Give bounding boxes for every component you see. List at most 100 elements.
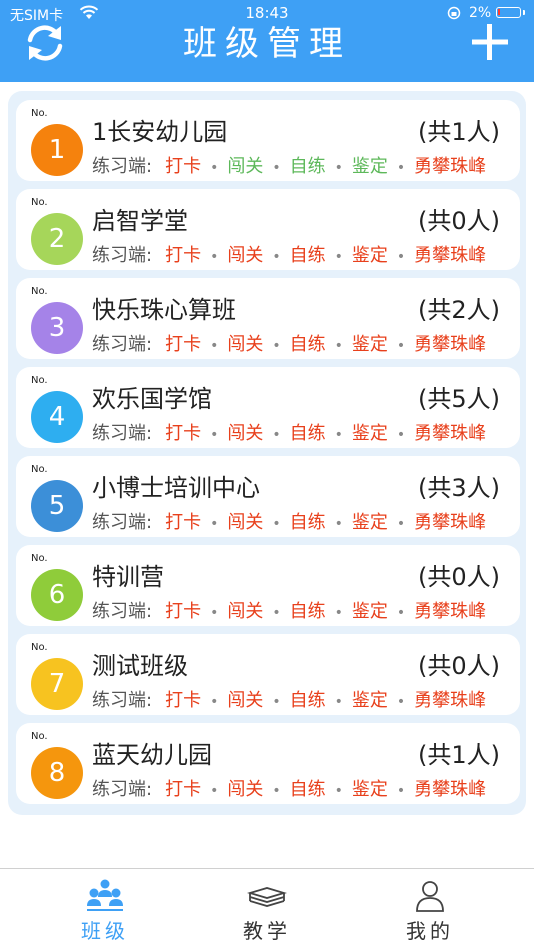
- number-label: No.: [31, 375, 48, 386]
- practice-label: 练习端:: [92, 423, 153, 444]
- class-number-badge: 2: [31, 213, 83, 265]
- class-card[interactable]: No. 5 小博士培训中心 (共3人) 练习端: 打卡 • 闯关 • 自练 • 鉴定 • 勇攀珠峰: [16, 456, 520, 537]
- separator-dot: •: [210, 783, 219, 799]
- class-number-badge: 6: [31, 569, 83, 621]
- class-name: 1长安幼儿园: [92, 118, 228, 146]
- practice-mode-link[interactable]: 打卡: [165, 423, 201, 444]
- practice-mode-link[interactable]: 勇攀珠峰: [414, 245, 486, 266]
- practice-mode-link[interactable]: 鉴定: [352, 423, 388, 444]
- class-card[interactable]: No. 3 快乐珠心算班 (共2人) 练习端: 打卡 • 闯关 • 自练 • 鉴定 • 勇攀珠峰: [16, 278, 520, 359]
- practice-mode-link[interactable]: 闯关: [227, 690, 263, 711]
- tab-class-label: 班级: [81, 919, 129, 943]
- class-name: 欢乐国学馆: [92, 385, 212, 413]
- separator-dot: •: [210, 427, 219, 443]
- practice-label: 练习端:: [92, 601, 153, 622]
- practice-mode-link[interactable]: 打卡: [165, 601, 201, 622]
- practice-mode-link[interactable]: 闯关: [227, 512, 263, 533]
- practice-mode-link[interactable]: 鉴定: [352, 779, 388, 800]
- practice-mode-link[interactable]: 闯关: [227, 334, 263, 355]
- class-number-badge: 3: [31, 302, 83, 354]
- class-card[interactable]: No. 1 1长安幼儿园 (共1人) 练习端: 打卡 • 闯关 • 自练 • 鉴定 • 勇攀珠峰: [16, 100, 520, 181]
- separator-dot: •: [396, 605, 406, 621]
- class-card[interactable]: No. 2 启智学堂 (共0人) 练习端: 打卡 • 闯关 • 自练 • 鉴定 • 勇攀珠峰: [16, 189, 520, 270]
- practice-mode-link[interactable]: 鉴定: [352, 334, 388, 355]
- separator-dot: •: [272, 516, 281, 532]
- practice-mode-link[interactable]: 闯关: [227, 245, 263, 266]
- separator-dot: •: [396, 427, 406, 443]
- member-count: (共1人): [418, 741, 500, 769]
- class-card[interactable]: No. 8 蓝天幼儿园 (共1人) 练习端: 打卡 • 闯关 • 自练 • 鉴定 • 勇攀珠峰: [16, 723, 520, 804]
- practice-modes: 练习端: 打卡 • 闯关 • 自练 • 鉴定 • 勇攀珠峰: [92, 241, 486, 267]
- practice-mode-link[interactable]: 勇攀珠峰: [414, 601, 486, 622]
- practice-mode-link[interactable]: 勇攀珠峰: [414, 690, 486, 711]
- separator-dot: •: [334, 338, 343, 354]
- separator-dot: •: [272, 249, 281, 265]
- practice-mode-link[interactable]: 自练: [290, 601, 326, 622]
- separator-dot: •: [396, 516, 406, 532]
- practice-mode-link[interactable]: 鉴定: [352, 601, 388, 622]
- app-header: 无SIM卡 18:43 2% 班级管理: [0, 0, 534, 82]
- class-name: 测试班级: [92, 652, 188, 680]
- practice-label: 练习端:: [92, 512, 153, 533]
- practice-mode-link[interactable]: 自练: [290, 690, 326, 711]
- practice-modes: 练习端: 打卡 • 闯关 • 自练 • 鉴定 • 勇攀珠峰: [92, 152, 486, 178]
- practice-mode-link[interactable]: 打卡: [165, 334, 201, 355]
- number-label: No.: [31, 553, 48, 564]
- class-name: 启智学堂: [92, 207, 188, 235]
- member-count: (共5人): [418, 385, 500, 413]
- practice-mode-link[interactable]: 勇攀珠峰: [414, 423, 486, 444]
- practice-mode-link[interactable]: 鉴定: [352, 512, 388, 533]
- practice-mode-link[interactable]: 闯关: [227, 423, 263, 444]
- practice-mode-link[interactable]: 自练: [290, 779, 326, 800]
- practice-modes: 练习端: 打卡 • 闯关 • 自练 • 鉴定 • 勇攀珠峰: [92, 686, 486, 712]
- practice-mode-link[interactable]: 闯关: [227, 779, 263, 800]
- number-label: No.: [31, 197, 48, 208]
- books-icon: [247, 887, 287, 907]
- practice-mode-link[interactable]: 闯关: [227, 601, 263, 622]
- practice-mode-link[interactable]: 打卡: [165, 245, 201, 266]
- practice-mode-link[interactable]: 自练: [290, 334, 326, 355]
- separator-dot: •: [396, 694, 406, 710]
- separator-dot: •: [272, 427, 281, 443]
- separator-dot: •: [210, 338, 219, 354]
- practice-mode-link[interactable]: 自练: [290, 245, 326, 266]
- practice-mode-link[interactable]: 打卡: [165, 156, 201, 177]
- practice-mode-link[interactable]: 打卡: [165, 690, 201, 711]
- practice-mode-link[interactable]: 打卡: [165, 779, 201, 800]
- practice-mode-link[interactable]: 勇攀珠峰: [414, 512, 486, 533]
- separator-dot: •: [210, 605, 219, 621]
- separator-dot: •: [272, 160, 281, 176]
- practice-mode-link[interactable]: 鉴定: [352, 156, 388, 177]
- practice-modes: 练习端: 打卡 • 闯关 • 自练 • 鉴定 • 勇攀珠峰: [92, 419, 486, 445]
- tab-class[interactable]: 班级: [50, 869, 160, 951]
- practice-mode-link[interactable]: 自练: [290, 423, 326, 444]
- practice-mode-link[interactable]: 打卡: [165, 512, 201, 533]
- practice-mode-link[interactable]: 鉴定: [352, 690, 388, 711]
- practice-mode-link[interactable]: 自练: [290, 512, 326, 533]
- practice-mode-link[interactable]: 自练: [290, 156, 326, 177]
- separator-dot: •: [396, 249, 406, 265]
- practice-label: 练习端:: [92, 245, 153, 266]
- separator-dot: •: [210, 694, 219, 710]
- practice-mode-link[interactable]: 勇攀珠峰: [414, 334, 486, 355]
- practice-mode-link[interactable]: 闯关: [227, 156, 263, 177]
- separator-dot: •: [334, 427, 343, 443]
- practice-mode-link[interactable]: 勇攀珠峰: [414, 779, 486, 800]
- class-name: 蓝天幼儿园: [92, 741, 212, 769]
- class-card[interactable]: No. 4 欢乐国学馆 (共5人) 练习端: 打卡 • 闯关 • 自练 • 鉴定 • 勇攀珠峰: [16, 367, 520, 448]
- separator-dot: •: [272, 605, 281, 621]
- tab-teaching[interactable]: 教学: [212, 869, 322, 951]
- class-number-badge: 4: [31, 391, 83, 443]
- separator-dot: •: [210, 160, 219, 176]
- add-class-button[interactable]: [470, 22, 510, 62]
- practice-mode-link[interactable]: 鉴定: [352, 245, 388, 266]
- practice-mode-link[interactable]: 勇攀珠峰: [414, 156, 486, 177]
- tab-mine[interactable]: 我的: [375, 869, 485, 951]
- separator-dot: •: [334, 160, 343, 176]
- separator-dot: •: [210, 249, 219, 265]
- class-card[interactable]: No. 7 测试班级 (共0人) 练习端: 打卡 • 闯关 • 自练 • 鉴定 • 勇攀珠峰: [16, 634, 520, 715]
- class-card[interactable]: No. 6 特训营 (共0人) 练习端: 打卡 • 闯关 • 自练 • 鉴定 • 勇攀珠峰: [16, 545, 520, 626]
- member-count: (共0人): [418, 652, 500, 680]
- class-number-badge: 1: [31, 124, 83, 176]
- number-label: No.: [31, 286, 48, 297]
